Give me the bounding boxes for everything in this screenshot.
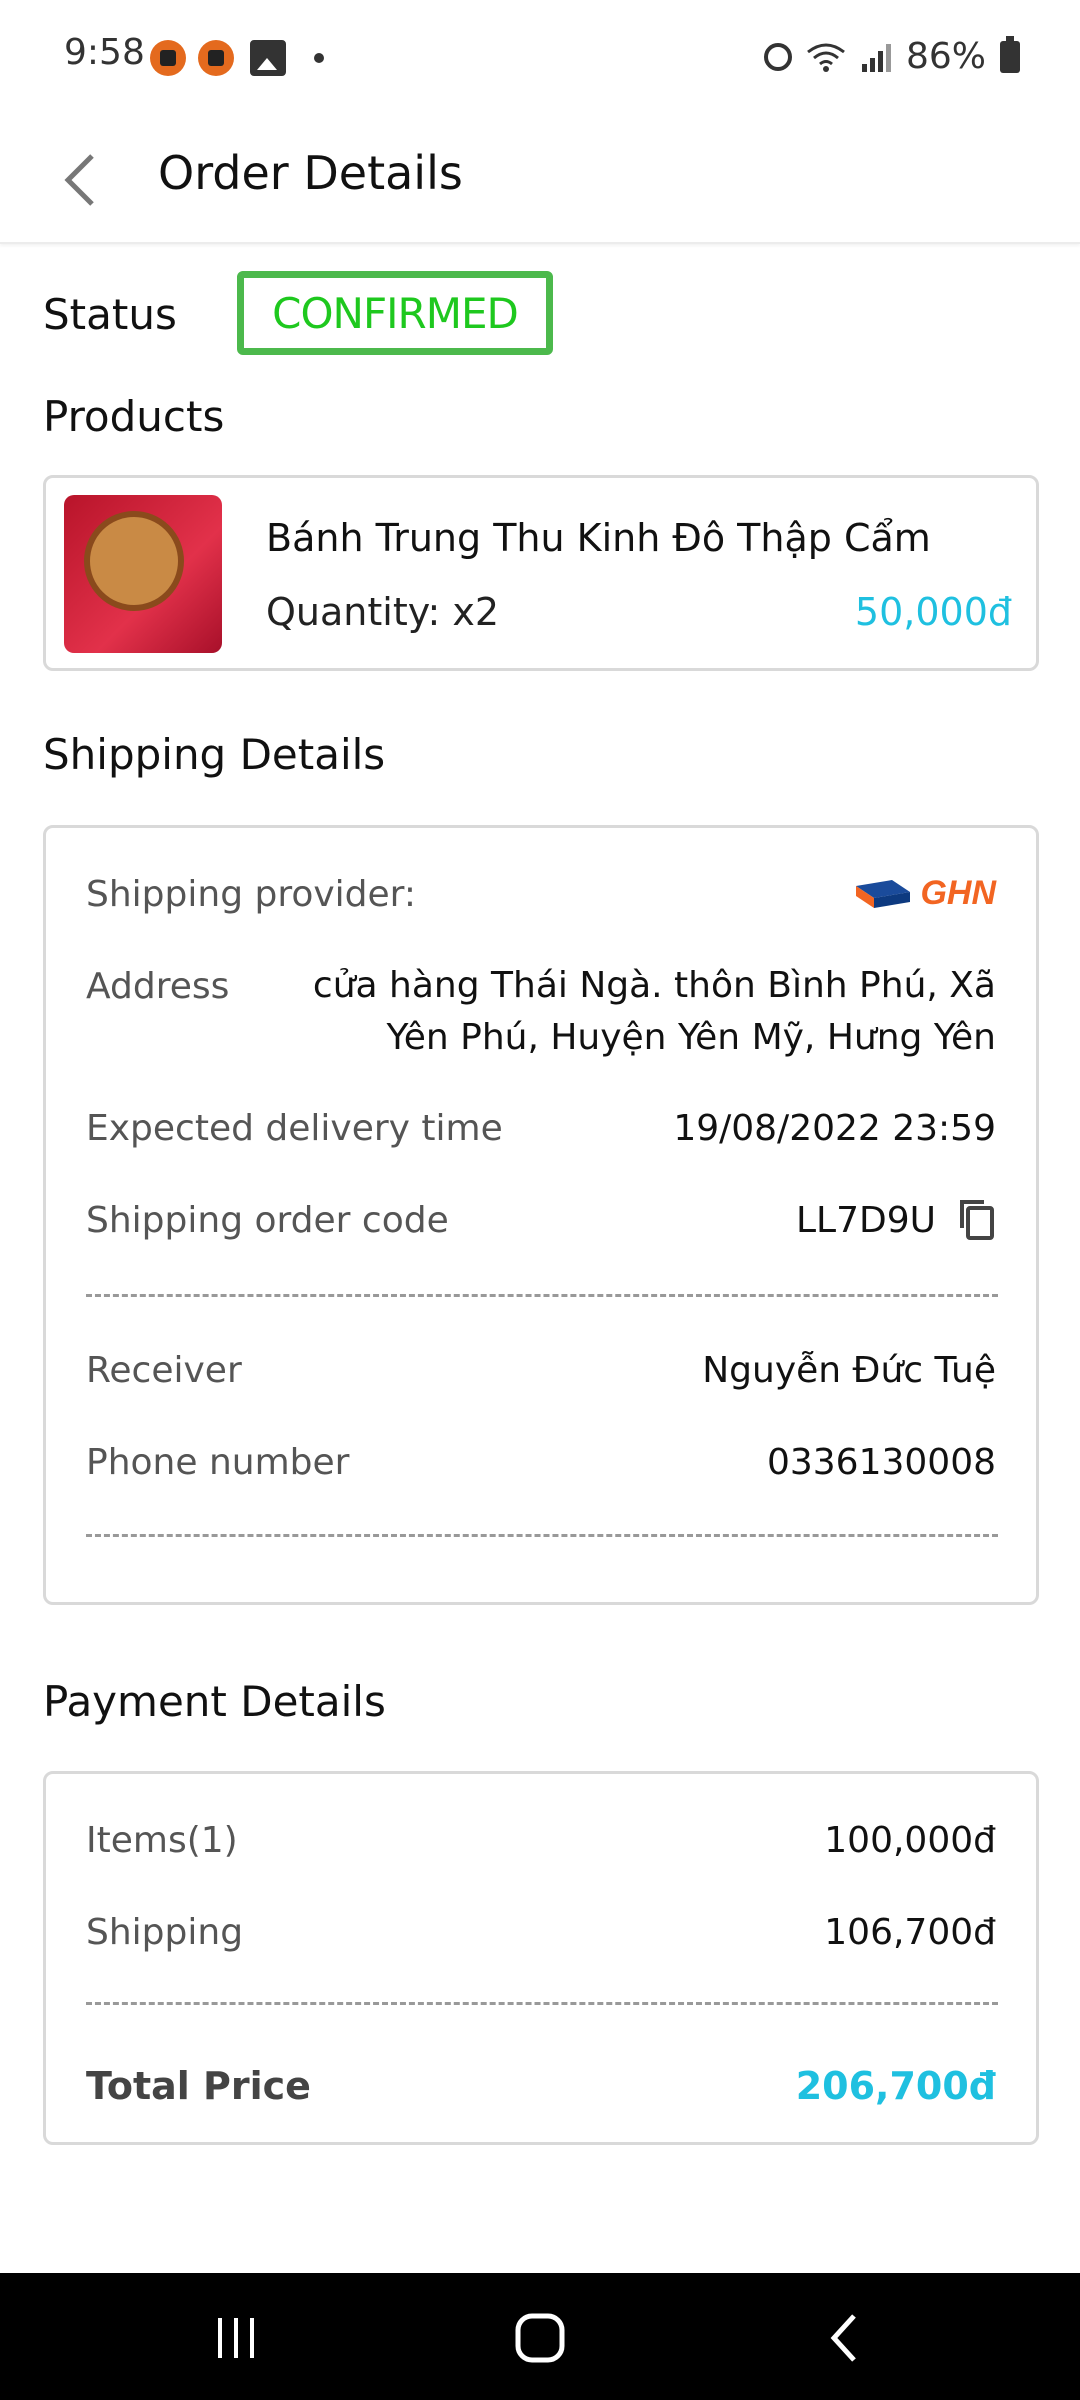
- payment-details-card: Items(1) 100,000đ Shipping 106,700đ Tota…: [43, 1771, 1039, 2145]
- status-time: 9:58: [64, 32, 145, 73]
- system-navigation-bar: [0, 2273, 1080, 2400]
- receiver-value: Nguyễn Đức Tuệ: [702, 1350, 996, 1391]
- delivery-time-label: Expected delivery time: [86, 1108, 503, 1149]
- shipping-section-title: Shipping Details: [43, 730, 386, 779]
- items-label: Items(1): [86, 1820, 238, 1861]
- notification-icons: [150, 40, 324, 76]
- product-image: [64, 495, 222, 653]
- status-label: Status: [43, 290, 177, 339]
- ghn-logo-text: GHN: [920, 874, 996, 912]
- shipping-details-card: Shipping provider: GHN Address cửa hàng …: [43, 825, 1039, 1605]
- app-notification-icon: [198, 40, 234, 76]
- status-bar: 9:58 86%: [0, 0, 1080, 118]
- products-section-title: Products: [43, 392, 225, 441]
- nav-back-icon: [830, 2314, 856, 2362]
- app-bar: Order Details: [0, 118, 1080, 244]
- ghn-logo-mark-icon: [856, 879, 911, 908]
- app-notification-icon: [150, 40, 186, 76]
- order-code-value: LL7D9U: [796, 1200, 936, 1241]
- more-notifications-dot-icon: [314, 53, 324, 63]
- total-price-value: 206,700đ: [795, 2064, 996, 2108]
- total-price-label: Total Price: [86, 2064, 311, 2108]
- back-button[interactable]: [48, 142, 112, 218]
- status-badge: CONFIRMED: [237, 271, 553, 355]
- divider: [86, 2002, 998, 2005]
- product-price: 50,000đ: [854, 590, 1012, 634]
- page-title: Order Details: [158, 146, 463, 200]
- battery-percent: 86%: [905, 36, 986, 77]
- divider: [86, 1294, 998, 1297]
- order-code-label: Shipping order code: [86, 1200, 449, 1241]
- alarm-icon: [763, 42, 792, 71]
- delivery-time-value: 19/08/2022 23:59: [673, 1108, 996, 1149]
- payment-section-title: Payment Details: [43, 1677, 386, 1726]
- home-button[interactable]: [500, 2303, 580, 2373]
- address-value: cửa hàng Thái Ngà. thôn Bình Phú, Xã Yên…: [312, 965, 996, 1058]
- copy-icon[interactable]: [956, 1198, 996, 1242]
- back-arrow-icon: [64, 154, 94, 206]
- phone-value: 0336130008: [766, 1442, 996, 1483]
- mooncake-graphic: [84, 511, 184, 611]
- product-name: Bánh Trung Thu Kinh Đô Thập Cẩm: [266, 516, 931, 560]
- product-card[interactable]: Bánh Trung Thu Kinh Đô Thập Cẩm Quantity…: [43, 475, 1039, 671]
- recent-apps-button[interactable]: [196, 2303, 276, 2373]
- shipping-provider-label: Shipping provider:: [86, 874, 416, 915]
- address-label: Address: [86, 966, 230, 1007]
- shipping-fee-value: 106,700đ: [824, 1912, 996, 1953]
- shipping-fee-label: Shipping: [86, 1912, 244, 1953]
- wifi-icon: [807, 43, 845, 72]
- phone-label: Phone number: [86, 1442, 350, 1483]
- recent-apps-icon: [218, 2318, 254, 2358]
- battery-icon: [1000, 35, 1020, 73]
- divider: [86, 1534, 998, 1537]
- items-value: 100,000đ: [824, 1820, 996, 1861]
- gallery-notification-icon: [250, 40, 286, 76]
- receiver-label: Receiver: [86, 1350, 242, 1391]
- home-icon: [515, 2313, 565, 2363]
- system-indicators: 86%: [763, 35, 1020, 77]
- nav-back-button[interactable]: [804, 2303, 884, 2373]
- ghn-logo: GHN: [852, 874, 996, 913]
- signal-icon: [861, 43, 891, 72]
- product-quantity: Quantity: x2: [266, 590, 499, 634]
